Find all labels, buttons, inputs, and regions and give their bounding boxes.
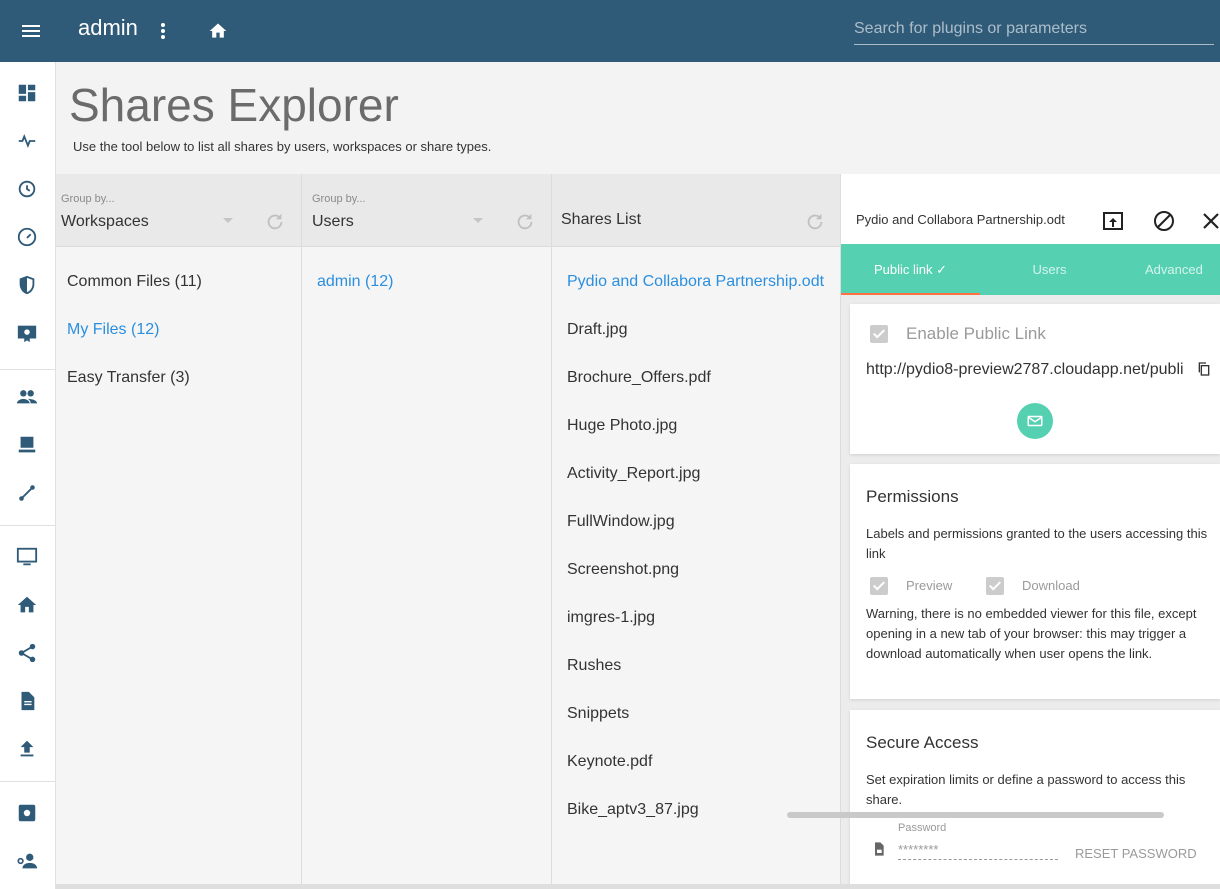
password-field[interactable]: ******** xyxy=(898,842,1058,860)
group-by-label: Group by... xyxy=(61,193,115,205)
detail-tabs: Public link ✓ Users Advanced xyxy=(841,244,1220,295)
permissions-title: Permissions xyxy=(866,487,959,506)
secure-access-title: Secure Access xyxy=(866,733,979,752)
list-item[interactable]: Keynote.pdf xyxy=(552,738,840,786)
preview-label: Preview xyxy=(906,578,953,593)
nav-divider xyxy=(0,781,55,782)
enable-public-link-label: Enable Public Link xyxy=(906,324,1046,343)
list-item[interactable]: Bike_aptv3_87.jpg xyxy=(552,786,840,834)
user-key-icon[interactable] xyxy=(16,850,38,872)
list-item[interactable]: My Files (12) xyxy=(56,306,301,354)
page-title: Shares Explorer xyxy=(69,79,399,131)
nav-divider xyxy=(0,369,55,370)
list-item[interactable]: imgres-1.jpg xyxy=(552,594,840,642)
page-scrollbar[interactable] xyxy=(56,884,1220,889)
group-by-select[interactable]: Users xyxy=(312,213,354,231)
workspaces-list: Common Files (11) My Files (12) Easy Tra… xyxy=(56,258,301,402)
workspaces-column-header: Group by... Workspaces xyxy=(56,174,301,247)
users-list: admin (12) xyxy=(302,258,551,306)
hamburger-menu-icon[interactable] xyxy=(19,19,43,43)
refresh-icon[interactable] xyxy=(804,211,826,233)
email-link-button[interactable] xyxy=(1017,403,1053,439)
workspaces-column: Group by... Workspaces Common Files (11)… xyxy=(56,174,302,886)
main-content: Shares Explorer Use the tool below to li… xyxy=(56,62,1220,889)
side-nav xyxy=(0,62,56,889)
settings-plugin-icon[interactable] xyxy=(16,802,38,824)
dropdown-arrow-icon[interactable] xyxy=(473,218,483,223)
horizontal-scrollbar[interactable] xyxy=(787,812,1164,818)
preview-checkbox[interactable] xyxy=(870,577,888,595)
home-icon[interactable] xyxy=(16,594,38,616)
share-icon[interactable] xyxy=(16,642,38,664)
lock-file-icon xyxy=(871,840,887,858)
list-item[interactable]: Brochure_Offers.pdf xyxy=(552,354,840,402)
tab-public-link[interactable]: Public link ✓ xyxy=(841,244,980,295)
group-by-select[interactable]: Workspaces xyxy=(61,213,149,231)
tab-users[interactable]: Users xyxy=(980,244,1119,295)
permissions-warning: Warning, there is no embedded viewer for… xyxy=(866,606,1197,661)
document-icon[interactable] xyxy=(16,690,38,712)
page-description: Use the tool below to list all shares by… xyxy=(73,139,492,154)
refresh-icon[interactable] xyxy=(264,211,286,233)
share-detail-panel: Pydio and Collabora Partnership.odt Publ… xyxy=(841,174,1220,886)
list-item[interactable]: Common Files (11) xyxy=(56,258,301,306)
list-item[interactable]: Easy Transfer (3) xyxy=(56,354,301,402)
open-in-new-icon[interactable] xyxy=(1101,209,1125,233)
public-link-card: Enable Public Link http://pydio8-preview… xyxy=(850,304,1220,454)
refresh-icon[interactable] xyxy=(514,211,536,233)
download-checkbox[interactable] xyxy=(986,577,1004,595)
detail-header: Pydio and Collabora Partnership.odt xyxy=(841,174,1220,244)
desktop-icon[interactable] xyxy=(16,546,38,568)
reset-password-button[interactable]: RESET PASSWORD xyxy=(1075,846,1197,861)
nav-divider xyxy=(0,525,55,526)
speedometer-icon[interactable] xyxy=(16,226,38,248)
app-title: admin xyxy=(78,15,138,40)
shield-icon[interactable] xyxy=(16,274,38,296)
email-icon xyxy=(1026,412,1044,430)
permissions-description: Labels and permissions granted to the us… xyxy=(866,526,1208,561)
history-icon[interactable] xyxy=(16,178,38,200)
group-by-label: Group by... xyxy=(312,193,366,205)
list-item[interactable]: Draft.jpg xyxy=(552,306,840,354)
connection-icon[interactable] xyxy=(16,482,38,504)
secure-access-card: Secure Access Set expiration limits or d… xyxy=(850,710,1220,886)
permissions-card: Permissions Labels and permissions grant… xyxy=(850,464,1220,699)
workspace-monitor-icon[interactable] xyxy=(16,434,38,456)
users-column: Group by... Users admin (12) xyxy=(302,174,552,886)
list-item[interactable]: Screenshot.png xyxy=(552,546,840,594)
public-link-url[interactable]: http://pydio8-preview2787.cloudapp.net/p… xyxy=(866,361,1192,379)
list-item[interactable]: admin (12) xyxy=(302,258,551,306)
users-column-header: Group by... Users xyxy=(302,174,551,247)
upload-icon[interactable] xyxy=(16,738,38,760)
list-item[interactable]: Huge Photo.jpg xyxy=(552,402,840,450)
list-item[interactable]: Snippets xyxy=(552,690,840,738)
password-label: Password xyxy=(898,822,947,834)
app-bar: admin xyxy=(0,0,1220,62)
list-item[interactable]: FullWindow.jpg xyxy=(552,498,840,546)
dashboard-icon[interactable] xyxy=(16,82,38,104)
people-icon[interactable] xyxy=(16,386,38,408)
enable-public-link-checkbox[interactable] xyxy=(870,325,888,343)
shares-list: Pydio and Collabora Partnership.odt Draf… xyxy=(552,258,840,834)
download-label: Download xyxy=(1022,578,1080,593)
copy-icon[interactable] xyxy=(1196,361,1212,377)
home-icon[interactable] xyxy=(208,21,228,41)
detail-title: Pydio and Collabora Partnership.odt xyxy=(856,212,1065,227)
shares-column: Shares List Pydio and Collabora Partners… xyxy=(552,174,841,886)
list-item[interactable]: Pydio and Collabora Partnership.odt xyxy=(552,258,840,306)
shares-list-title: Shares List xyxy=(561,211,642,228)
activity-pulse-icon[interactable] xyxy=(16,130,38,152)
tab-advanced[interactable]: Advanced xyxy=(1145,244,1220,295)
shares-column-header: Shares List xyxy=(552,174,840,247)
list-item[interactable]: Activity_Report.jpg xyxy=(552,450,840,498)
certificate-icon[interactable] xyxy=(16,322,38,344)
block-icon[interactable] xyxy=(1152,209,1176,233)
more-vert-icon[interactable] xyxy=(154,19,172,43)
dropdown-arrow-icon[interactable] xyxy=(223,218,233,223)
close-icon[interactable] xyxy=(1199,209,1220,233)
search-input[interactable] xyxy=(854,14,1214,45)
secure-access-description: Set expiration limits or define a passwo… xyxy=(866,772,1186,807)
list-item[interactable]: Rushes xyxy=(552,642,840,690)
